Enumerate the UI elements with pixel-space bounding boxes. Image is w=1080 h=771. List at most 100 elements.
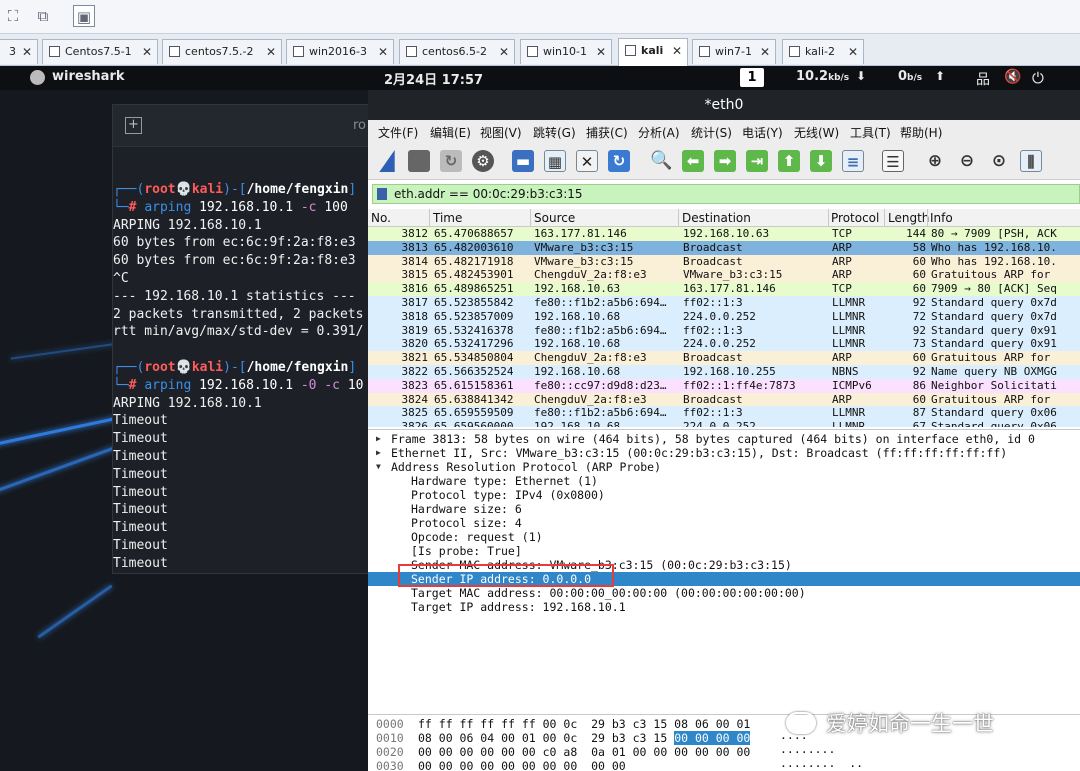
new-tab-icon[interactable]: + bbox=[125, 117, 142, 134]
expand-down-icon[interactable]: ▼ bbox=[376, 460, 381, 474]
autoscroll-icon[interactable]: ≡ bbox=[842, 150, 864, 172]
find-packet-icon[interactable]: 🔍 bbox=[650, 150, 672, 172]
vm-tab-kali[interactable]: kali ✕ bbox=[618, 38, 688, 66]
power-icon[interactable]: ⏻ bbox=[1032, 69, 1044, 87]
detail-line[interactable]: Hardware size: 6 bbox=[368, 502, 1080, 516]
menu-file[interactable]: 文件(F) bbox=[378, 124, 418, 141]
close-icon[interactable]: ✕ bbox=[760, 40, 770, 64]
packet-row[interactable]: 3812 65.470688657 163.177.81.146 192.168.10… bbox=[368, 227, 1080, 241]
close-icon[interactable]: ✕ bbox=[848, 40, 858, 64]
panel-app-name[interactable]: wireshark bbox=[52, 69, 125, 84]
packet-row[interactable]: 3813 65.482003610 VMware_b3:c3:15 Broadcast… bbox=[368, 240, 1080, 255]
detail-line[interactable]: Target IP address: 192.168.10.1 bbox=[368, 600, 1080, 614]
menu-capture[interactable]: 捕获(C) bbox=[586, 124, 628, 141]
menu-view[interactable]: 视图(V) bbox=[480, 124, 522, 141]
terminal-titlebar[interactable]: + ro bbox=[113, 105, 369, 147]
colorize-icon[interactable]: ☰ bbox=[882, 150, 904, 172]
close-icon[interactable]: ✕ bbox=[596, 40, 606, 64]
vm-tab-win10-1[interactable]: win10-1 ✕ bbox=[520, 39, 612, 64]
detail-line[interactable]: Protocol size: 4 bbox=[368, 516, 1080, 530]
wireshark-window[interactable]: *eth0 文件(F) 编辑(E) 视图(V) 跳转(G) 捕获(C) 分析(A… bbox=[368, 90, 1080, 771]
menu-edit[interactable]: 编辑(E) bbox=[430, 124, 471, 141]
packet-row[interactable]: 3822 65.566352524 192.168.10.68 192.168.10.… bbox=[368, 364, 1080, 379]
detail-line[interactable]: Protocol type: IPv4 (0x0800) bbox=[368, 488, 1080, 502]
detail-line[interactable]: [Is probe: True] bbox=[368, 544, 1080, 558]
restart-capture-icon[interactable]: ↻ bbox=[440, 150, 462, 172]
packet-row[interactable]: 3825 65.659559509 fe80::f1b2:a5b6:694… ff02… bbox=[368, 406, 1080, 421]
menu-telephony[interactable]: 电话(Y) bbox=[742, 124, 783, 141]
packet-row[interactable]: 3818 65.523857009 192.168.10.68 224.0.0.252… bbox=[368, 309, 1080, 324]
vm-tab-centos75-1[interactable]: Centos7.5-1 ✕ bbox=[42, 39, 158, 64]
close-icon[interactable]: ✕ bbox=[378, 40, 388, 64]
close-icon[interactable]: ✕ bbox=[499, 40, 509, 64]
packet-row[interactable]: 3826 65.659560000 192.168.10.68 224.0.0.252… bbox=[368, 420, 1080, 427]
packet-row[interactable]: 3819 65.532416378 fe80::f1b2:a5b6:694… ff02… bbox=[368, 323, 1080, 338]
go-to-packet-icon[interactable]: ⇥ bbox=[746, 150, 768, 172]
menu-statistics[interactable]: 统计(S) bbox=[691, 124, 732, 141]
detail-line[interactable]: Hardware type: Ethernet (1) bbox=[368, 474, 1080, 488]
first-packet-icon[interactable]: ⬆ bbox=[778, 150, 800, 172]
col-time[interactable]: Time bbox=[433, 211, 462, 225]
menu-go[interactable]: 跳转(G) bbox=[533, 124, 576, 141]
expand-right-icon[interactable]: ▶ bbox=[376, 446, 381, 460]
hex-bytes[interactable]: 00 00 00 00 00 00 c0 a8 0a 01 00 00 00 0… bbox=[418, 745, 750, 759]
detail-line[interactable]: Target MAC address: 00:00:00_00:00:00 (0… bbox=[368, 586, 1080, 600]
detail-line[interactable]: Opcode: request (1) bbox=[368, 530, 1080, 544]
hex-bytes[interactable]: 08 00 06 04 00 01 00 0c 29 b3 c3 15 00 0… bbox=[418, 731, 751, 745]
col-destination[interactable]: Destination bbox=[682, 211, 751, 225]
col-protocol[interactable]: Protocol bbox=[831, 211, 879, 225]
vm-tab-win7-1[interactable]: win7-1 ✕ bbox=[692, 39, 776, 64]
hex-bytes[interactable]: ff ff ff ff ff ff 00 0c 29 b3 c3 15 08 0… bbox=[418, 717, 750, 731]
expand-right-icon[interactable]: ▶ bbox=[376, 432, 381, 446]
workspace-indicator[interactable]: 1 bbox=[740, 68, 764, 87]
col-length[interactable]: Length bbox=[888, 211, 929, 225]
terminal-window[interactable]: + ro ┌──(root💀kali)-[/home/fengxin] └─# … bbox=[112, 104, 370, 574]
packet-row[interactable]: 3816 65.489865251 192.168.10.63 163.177.81.… bbox=[368, 282, 1080, 296]
detail-line[interactable]: ▼ Address Resolution Protocol (ARP Probe) bbox=[368, 460, 1080, 474]
close-icon[interactable]: ✕ bbox=[672, 39, 682, 63]
save-file-icon[interactable]: ▦ bbox=[544, 150, 566, 172]
packet-row[interactable]: 3821 65.534850804 ChengduV_2a:f8:e3 Broadca… bbox=[368, 351, 1080, 365]
zoom-out-icon[interactable]: ⊖ bbox=[956, 150, 978, 172]
packet-row[interactable]: 3817 65.523855842 fe80::f1b2:a5b6:694… ff02… bbox=[368, 295, 1080, 310]
panel-clock[interactable]: 2月24日 17:57 bbox=[384, 69, 483, 88]
packet-row[interactable]: 3814 65.482171918 VMware_b3:c3:15 Broadcast… bbox=[368, 254, 1080, 269]
packet-row[interactable]: 3815 65.482453901 ChengduV_2a:f8:e3 VMware_… bbox=[368, 268, 1080, 283]
go-back-icon[interactable]: ⬅ bbox=[682, 150, 704, 172]
col-source[interactable]: Source bbox=[534, 211, 575, 225]
col-info[interactable]: Info bbox=[930, 211, 953, 225]
col-no[interactable]: No. bbox=[371, 211, 391, 225]
close-icon[interactable]: ✕ bbox=[142, 40, 152, 64]
resize-columns-icon[interactable]: ⫼ bbox=[1020, 150, 1042, 172]
vm-tab-centos65-2[interactable]: centos6.5-2 ✕ bbox=[399, 39, 515, 64]
close-icon[interactable]: ✕ bbox=[22, 40, 32, 64]
go-forward-icon[interactable]: ➡ bbox=[714, 150, 736, 172]
terminal-output[interactable]: ┌──(root💀kali)-[/home/fengxin] └─# arpin… bbox=[113, 181, 369, 573]
last-packet-icon[interactable]: ⬇ bbox=[810, 150, 832, 172]
detail-line[interactable]: ▶ Frame 3813: 58 bytes on wire (464 bits)… bbox=[368, 432, 1080, 446]
menu-wireless[interactable]: 无线(W) bbox=[794, 124, 839, 141]
volume-icon[interactable]: 🔇 bbox=[1004, 69, 1021, 85]
close-icon[interactable]: ✕ bbox=[266, 40, 276, 64]
packet-row[interactable]: 3823 65.615158361 fe80::cc97:d9d8:d23… ff02… bbox=[368, 378, 1080, 393]
network-icon[interactable]: 品 bbox=[976, 69, 990, 89]
bookmark-icon[interactable] bbox=[377, 188, 387, 200]
options-gear-icon[interactable]: ⚙ bbox=[472, 150, 494, 172]
packet-row[interactable]: 3820 65.532417296 192.168.10.68 224.0.0.252… bbox=[368, 337, 1080, 352]
vm-tab-win2016-3[interactable]: win2016-3 ✕ bbox=[286, 39, 394, 64]
detail-line[interactable]: ▶ Ethernet II, Src: VMware_b3:c3:15 (00:0… bbox=[368, 446, 1080, 460]
vm-tab-centos75-2[interactable]: centos7.5.-2 ✕ bbox=[162, 39, 282, 64]
display-filter-input[interactable]: eth.addr == 00:0c:29:b3:c3:15 bbox=[372, 184, 1080, 204]
packet-list[interactable]: 3812 65.470688657 163.177.81.146 192.168.10… bbox=[368, 227, 1080, 427]
packet-row[interactable]: 3824 65.638841342 ChengduV_2a:f8:e3 Broadca… bbox=[368, 392, 1080, 407]
menu-analyze[interactable]: 分析(A) bbox=[638, 124, 680, 141]
vm-tab-kali-2[interactable]: kali-2 ✕ bbox=[782, 39, 864, 64]
menu-tools[interactable]: 工具(T) bbox=[850, 124, 891, 141]
close-file-icon[interactable]: ✕ bbox=[576, 150, 598, 172]
fullscreen-icon[interactable]: ⛶ bbox=[2, 5, 24, 27]
wireshark-title[interactable]: *eth0 bbox=[368, 90, 1080, 120]
shark-fin-icon[interactable] bbox=[379, 150, 395, 172]
zoom-reset-icon[interactable]: ⊙ bbox=[988, 150, 1010, 172]
console-view-icon[interactable]: ▣ bbox=[73, 5, 95, 27]
hex-bytes[interactable]: 00 00 00 00 00 00 00 00 00 00 bbox=[418, 759, 626, 771]
